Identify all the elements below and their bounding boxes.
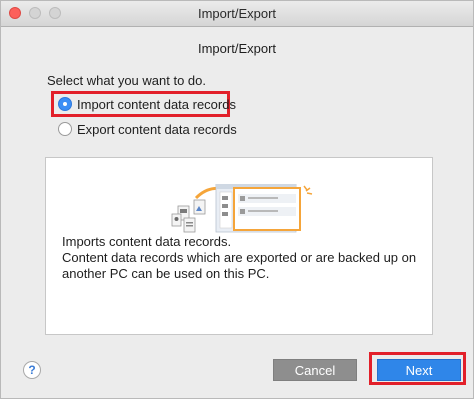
help-button[interactable]: ? — [23, 361, 41, 379]
description-line: another PC can be used on this PC. — [62, 266, 270, 281]
description-panel: Imports content data records. Content da… — [45, 157, 433, 335]
window-title: Import/Export — [197, 6, 277, 21]
import-option-label: Import content data records — [77, 96, 236, 112]
next-button[interactable]: Next — [377, 359, 461, 381]
select-prompt: Select what you want to do. — [47, 73, 206, 88]
dialog-heading: Import/Export — [197, 41, 277, 56]
import-option[interactable]: Import content data records — [58, 95, 236, 113]
radio-unselected-icon[interactable] — [58, 122, 72, 136]
import-records-illustration — [171, 184, 313, 233]
description-line: Imports content data records. — [62, 234, 232, 249]
description-text: Imports content data records. Content da… — [62, 234, 422, 282]
cancel-button[interactable]: Cancel — [273, 359, 357, 381]
import-export-window: Import/Export Import/Export Select what … — [0, 0, 474, 399]
titlebar: Import/Export — [1, 1, 473, 27]
export-option[interactable]: Export content data records — [58, 120, 237, 138]
export-option-label: Export content data records — [77, 121, 237, 137]
description-line: Content data records which are exported … — [62, 250, 417, 265]
radio-selected-icon[interactable] — [58, 97, 72, 111]
